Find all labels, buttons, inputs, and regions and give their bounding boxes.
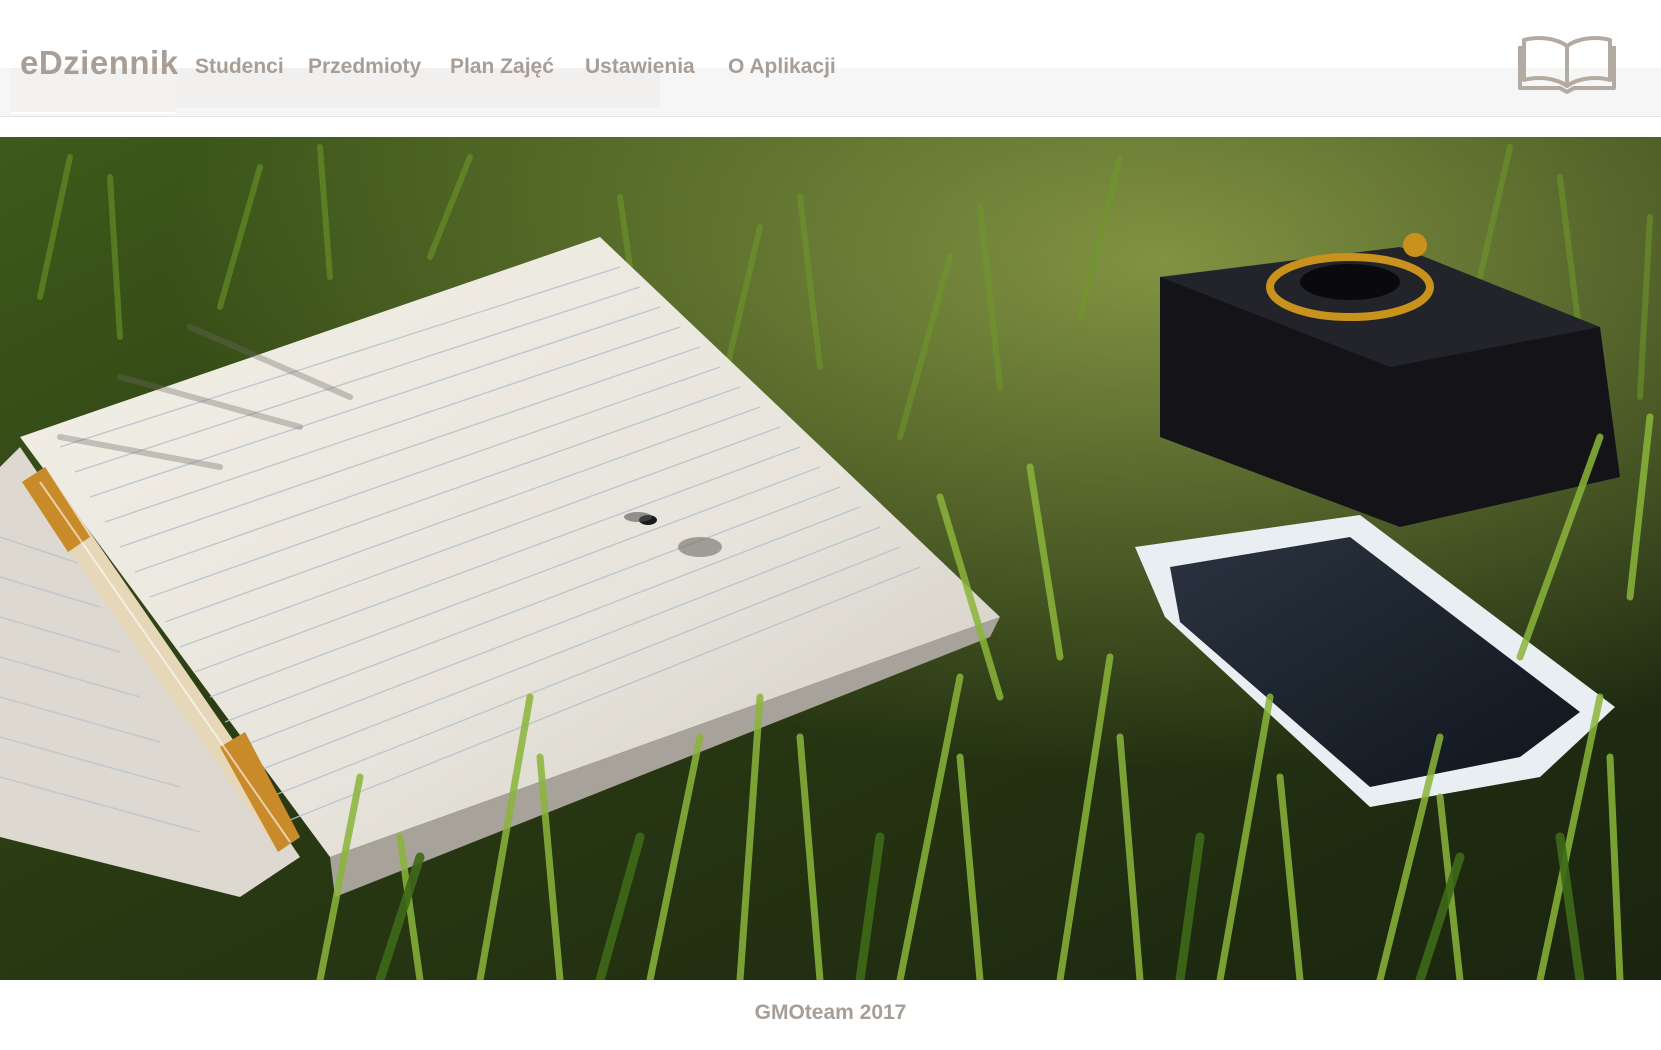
footer: GMOteam 2017	[0, 980, 1661, 1050]
nav-link-przedmioty[interactable]: Przedmioty	[308, 55, 421, 79]
nav-link-plan-zajec[interactable]: Plan Zajęć	[450, 55, 554, 79]
footer-copyright: GMOteam 2017	[754, 1001, 907, 1024]
brand-link[interactable]: eDziennik	[20, 44, 179, 82]
nav-link-ustawienia[interactable]: Ustawienia	[585, 55, 695, 79]
open-book-icon	[1518, 36, 1616, 94]
nav-link-o-aplikacji[interactable]: O Aplikacji	[728, 55, 836, 79]
top-navbar: eDziennik Studenci Przedmioty Plan Zajęć…	[0, 0, 1661, 135]
nav-link-studenci[interactable]: Studenci	[195, 55, 284, 79]
hero-image	[0, 137, 1661, 980]
